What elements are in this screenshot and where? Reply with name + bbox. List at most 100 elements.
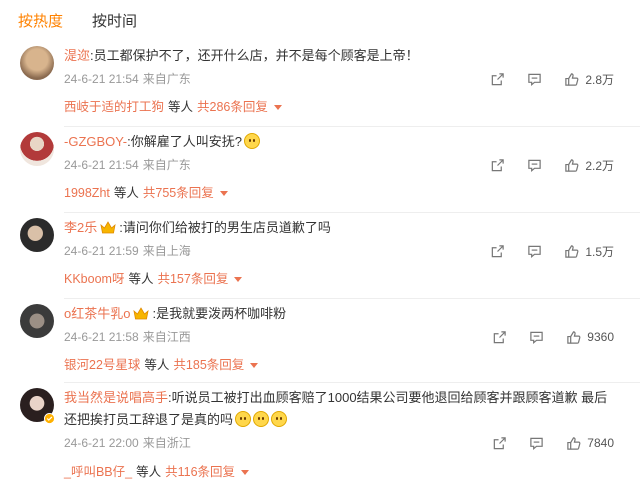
comment-time: 24-6-21 21:58 — [64, 330, 139, 344]
comment-text: :是我就要泼两杯咖啡粉 — [152, 306, 287, 321]
comment-username[interactable]: -GZGBOY- — [64, 134, 127, 149]
reply-username[interactable]: _呼叫BB仔_ — [64, 465, 132, 479]
comment-text-line: -GZGBOY-:你解雇了人叫安抚? — [64, 131, 620, 153]
comment-username[interactable]: o红茶牛乳o — [64, 306, 130, 321]
reply-summary: _呼叫BB仔_ 等人 共116条回复 — [64, 463, 250, 481]
crown-badge-icon — [100, 221, 116, 234]
comment-actions: 1.5万 — [490, 242, 614, 260]
comment-username[interactable]: 湜迩 — [64, 48, 90, 63]
like-count: 9360 — [587, 330, 614, 344]
reply-mid-text: 等人 — [168, 100, 194, 114]
comment-actions: 2.2万 — [490, 156, 614, 174]
comment-source: 来自广东 — [142, 72, 191, 86]
comment-time: 24-6-21 22:00 — [64, 436, 139, 450]
comment-actions: 2.8万 — [490, 70, 614, 88]
reply-username[interactable]: 银河22号星球 — [64, 358, 140, 372]
avatar[interactable] — [20, 132, 54, 166]
like-button[interactable]: 9360 — [566, 330, 614, 345]
comment-text-line: 湜迩:员工都保护不了，还开什么店，并不是每个顾客是上帝！ — [64, 45, 620, 67]
reply-mid-text: 等人 — [113, 186, 139, 200]
chevron-down-icon — [250, 363, 259, 368]
comment-meta: 24-6-21 21:59 来自上海 — [64, 243, 191, 259]
thumbs-up-icon — [567, 330, 581, 344]
share-icon — [494, 436, 507, 449]
reply-button[interactable] — [527, 72, 542, 87]
share-icon — [494, 330, 507, 343]
verified-badge-icon — [44, 413, 55, 424]
comment-source: 来自江西 — [142, 330, 191, 344]
reply-button[interactable] — [529, 436, 544, 451]
reply-mid-text: 等人 — [136, 465, 162, 479]
comment-icon — [528, 73, 542, 86]
comment-meta: 24-6-21 21:54 来自广东 — [64, 71, 191, 87]
reply-summary: KKboom呀 等人 共157条回复 — [64, 270, 243, 288]
thumbs-up-icon — [565, 72, 579, 86]
share-icon — [492, 244, 505, 257]
view-replies-link[interactable]: 共185条回复 — [173, 358, 244, 372]
view-replies-link[interactable]: 共116条回复 — [165, 465, 235, 479]
avatar[interactable] — [20, 304, 54, 338]
comment-source: 来自上海 — [142, 244, 191, 258]
comment-icon — [530, 437, 544, 450]
chevron-down-icon — [219, 191, 228, 196]
share-icon — [492, 158, 505, 171]
comment-icon — [528, 159, 542, 172]
comment-meta: 24-6-21 22:00 来自浙江 — [64, 435, 191, 451]
avatar[interactable] — [20, 218, 54, 252]
comment-meta: 24-6-21 21:58 来自江西 — [64, 329, 191, 345]
like-button[interactable]: 1.5万 — [564, 243, 614, 260]
thinking-emoji-icon — [243, 133, 260, 149]
like-button[interactable]: 7840 — [566, 436, 614, 451]
share-button[interactable] — [490, 158, 505, 173]
comment-item: 湜迩:员工都保护不了，还开什么店，并不是每个顾客是上帝！ 24-6-21 21:… — [0, 42, 640, 126]
comment-text: :请问你们给被打的男生店员道歉了吗 — [119, 220, 331, 235]
like-button[interactable]: 2.2万 — [564, 157, 614, 174]
like-count: 1.5万 — [585, 244, 614, 259]
comment-username[interactable]: 李2乐 — [64, 220, 97, 235]
view-replies-link[interactable]: 共755条回复 — [143, 186, 214, 200]
share-button[interactable] — [492, 436, 507, 451]
share-button[interactable] — [492, 330, 507, 345]
chevron-down-icon — [241, 470, 250, 475]
like-button[interactable]: 2.8万 — [564, 71, 614, 88]
chevron-down-icon — [234, 277, 243, 282]
comment-time: 24-6-21 21:54 — [64, 158, 139, 172]
comment-item: -GZGBOY-:你解雇了人叫安抚? 24-6-21 21:54 来自广东 2.2… — [0, 127, 640, 212]
comment-item: 我当然是说唱高手:听说员工被打出血顾客赔了1000结果公司要他退回给顾客并跟顾客… — [0, 383, 640, 492]
emoji-icon — [253, 411, 270, 427]
like-count: 7840 — [587, 436, 614, 450]
reply-button[interactable] — [529, 330, 544, 345]
tab-by-heat[interactable]: 按热度 — [18, 12, 63, 32]
tab-by-time[interactable]: 按时间 — [92, 12, 137, 32]
thumbs-up-icon — [565, 244, 579, 258]
comment-text: :你解雇了人叫安抚? — [127, 134, 242, 149]
reply-username[interactable]: 1998Zht — [64, 186, 110, 200]
share-button[interactable] — [490, 244, 505, 259]
comment-icon — [530, 331, 544, 344]
comment-username[interactable]: 我当然是说唱高手 — [64, 390, 168, 405]
comment-actions: 7840 — [492, 434, 614, 452]
like-count: 2.8万 — [585, 72, 614, 87]
reply-button[interactable] — [527, 158, 542, 173]
sort-tabs: 按热度 按时间 — [0, 0, 640, 42]
comment-meta: 24-6-21 21:54 来自广东 — [64, 157, 191, 173]
reply-summary: 西岐于适的打工狗 等人 共286条回复 — [64, 98, 282, 116]
emoji-icon — [235, 411, 252, 427]
comment-source: 来自浙江 — [142, 436, 191, 450]
avatar[interactable] — [20, 46, 54, 80]
reply-summary: 1998Zht 等人 共755条回复 — [64, 184, 228, 202]
share-button[interactable] — [490, 72, 505, 87]
reply-username[interactable]: KKboom呀 — [64, 272, 124, 286]
comment-text-line: 李2乐 :请问你们给被打的男生店员道歉了吗 — [64, 217, 620, 239]
comment-item: o红茶牛乳o :是我就要泼两杯咖啡粉 24-6-21 21:58 来自江西 9360… — [0, 299, 640, 382]
reply-button[interactable] — [527, 244, 542, 259]
reply-mid-text: 等人 — [144, 358, 170, 372]
comment-text-line: o红茶牛乳o :是我就要泼两杯咖啡粉 — [64, 303, 620, 325]
emoji-icon — [271, 411, 288, 427]
comment-item: 李2乐 :请问你们给被打的男生店员道歉了吗 24-6-21 21:59 来自上海 1… — [0, 213, 640, 298]
view-replies-link[interactable]: 共157条回复 — [157, 272, 228, 286]
comment-text-line: 我当然是说唱高手:听说员工被打出血顾客赔了1000结果公司要他退回给顾客并跟顾客… — [64, 387, 620, 431]
reply-username[interactable]: 西岐于适的打工狗 — [64, 100, 164, 114]
view-replies-link[interactable]: 共286条回复 — [197, 100, 268, 114]
like-count: 2.2万 — [585, 158, 614, 173]
